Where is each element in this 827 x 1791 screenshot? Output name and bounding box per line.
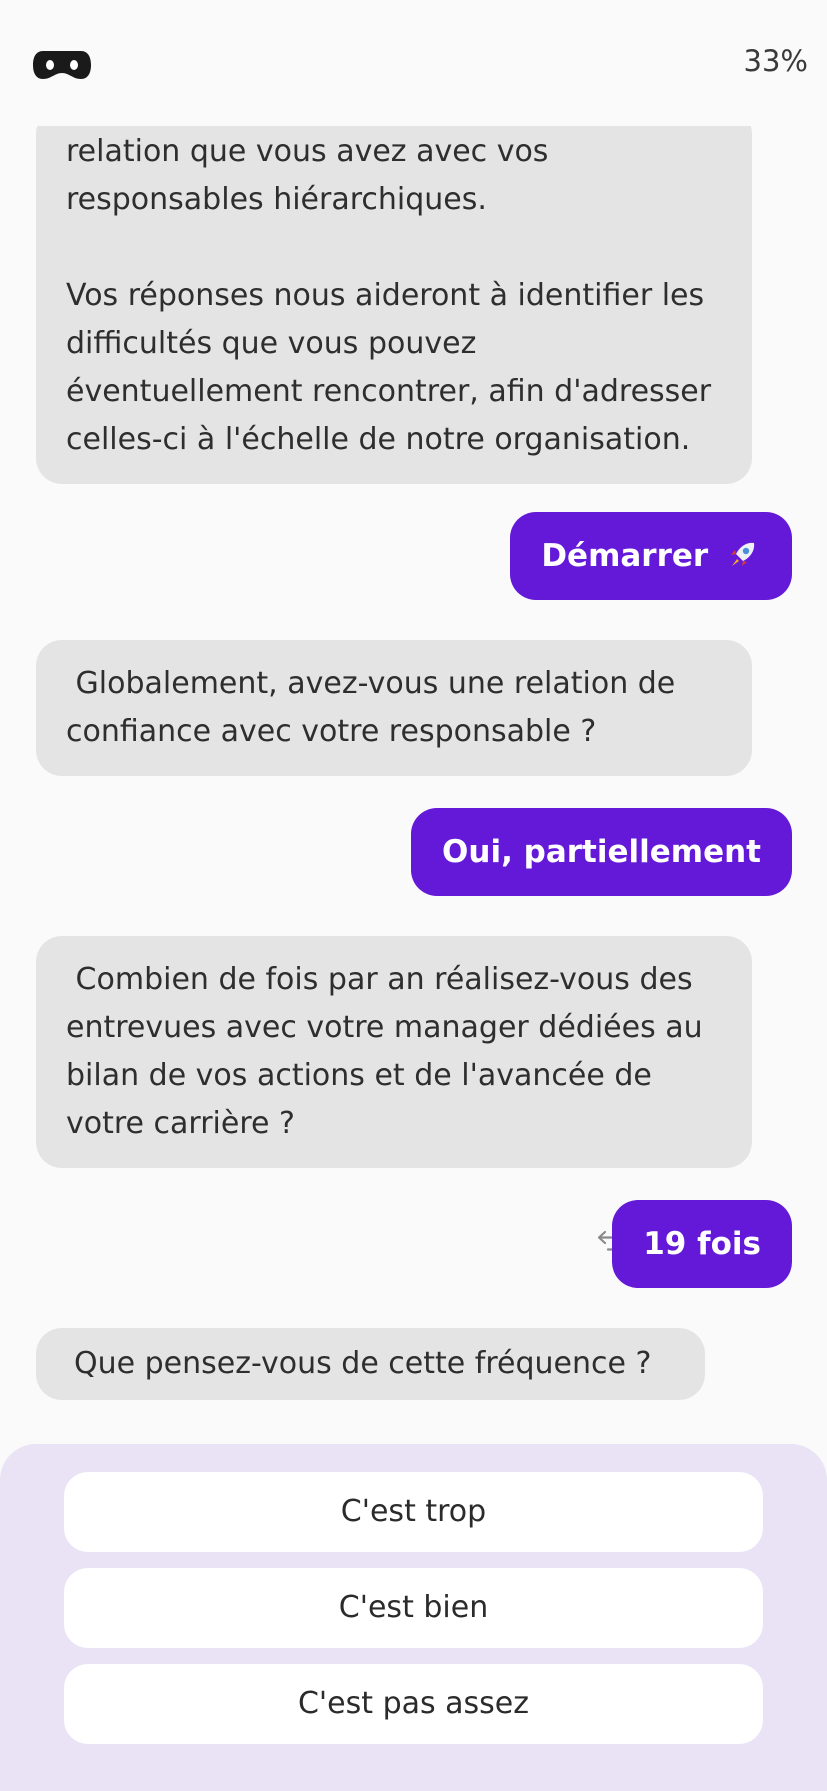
top-bar: 33% xyxy=(0,0,827,126)
bot-message-intro: relation que vous avez avec vos responsa… xyxy=(36,108,752,484)
bot-message-question: Que pensez-vous de cette fréquence ? xyxy=(36,1328,705,1400)
progress-indicator: 33% xyxy=(743,44,808,78)
user-message-text: 19 fois xyxy=(643,1226,761,1262)
bot-message-text: Que pensez-vous de cette fréquence ? xyxy=(74,1346,652,1381)
choice-too-much-button[interactable]: C'est trop xyxy=(64,1472,763,1552)
intro-paragraph-2: Vos réponses nous aideront à identifier … xyxy=(66,278,712,457)
bot-message-trust: Globalement, avez-vous une relation de c… xyxy=(36,640,752,776)
choice-not-enough-button[interactable]: C'est pas assez xyxy=(64,1664,763,1744)
user-message-frequency-answer: 19 fois xyxy=(612,1200,792,1288)
user-message-text: Démarrer xyxy=(541,538,709,574)
bot-message-text: Combien de fois par an réalisez-vous des… xyxy=(66,962,713,1141)
user-message-start: Démarrer xyxy=(510,512,792,600)
bot-message-text: Globalement, avez-vous une relation de c… xyxy=(66,666,685,749)
user-message-trust-answer: Oui, partiellement xyxy=(411,808,792,896)
intro-paragraph-1: relation que vous avez avec vos responsa… xyxy=(66,134,549,217)
bot-message-frequency: Combien de fois par an réalisez-vous des… xyxy=(36,936,752,1168)
user-message-text: Oui, partiellement xyxy=(442,834,761,870)
answer-choices-panel: C'est trop C'est bien C'est pas assez xyxy=(0,1444,827,1791)
rocket-icon xyxy=(731,542,755,566)
mask-icon xyxy=(33,51,91,79)
chat-thread: relation que vous avez avec vos responsa… xyxy=(0,0,827,1444)
choice-good-button[interactable]: C'est bien xyxy=(64,1568,763,1648)
